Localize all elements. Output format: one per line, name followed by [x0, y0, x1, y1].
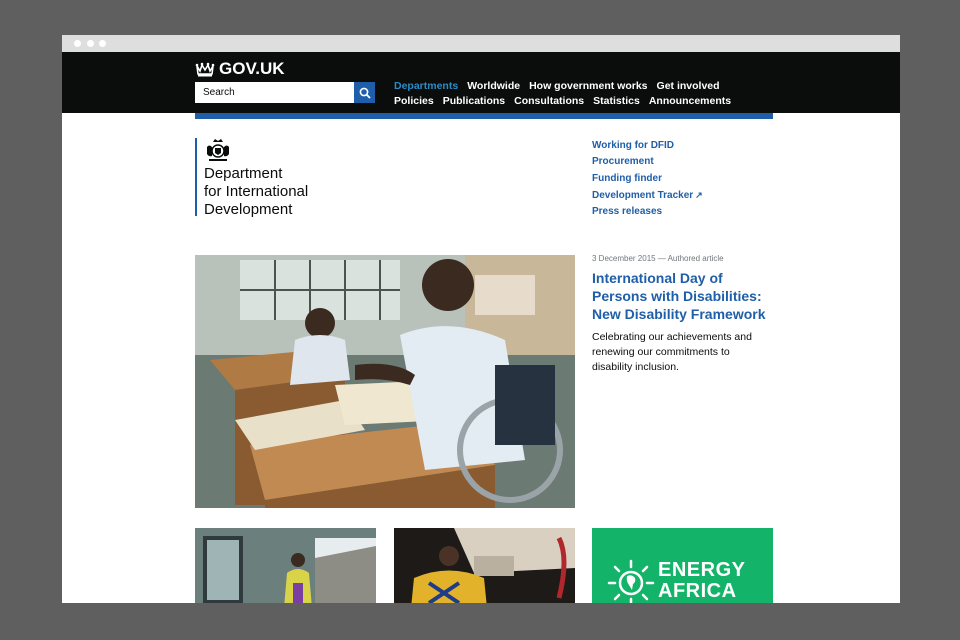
classroom-photo	[195, 255, 575, 508]
search-icon	[359, 87, 371, 99]
tile-photo-2	[394, 528, 575, 603]
browser-titlebar	[62, 35, 900, 52]
link-press-releases[interactable]: Press releases	[592, 204, 703, 220]
energy-africa-tile[interactable]: ENERGY AFRICA	[592, 528, 773, 603]
external-link-icon: ↗	[695, 189, 703, 200]
govuk-logo[interactable]: GOV.UK	[195, 59, 285, 79]
nav-get-involved[interactable]: Get involved	[657, 79, 720, 94]
nav-worldwide[interactable]: Worldwide	[467, 79, 520, 94]
nav-consultations[interactable]: Consultations	[514, 94, 584, 109]
organisation-logo[interactable]: Department for International Development	[195, 138, 344, 219]
nav-statistics[interactable]: Statistics	[593, 94, 640, 109]
link-working-for-dfid[interactable]: Working for DFID	[592, 138, 703, 154]
org-name-line-3: Development	[204, 201, 293, 218]
sun-africa-icon	[607, 559, 655, 603]
energy-line-1: ENERGY	[658, 559, 746, 581]
logo-text: GOV.UK	[219, 59, 285, 78]
nav-policies[interactable]: Policies	[394, 94, 434, 109]
news-tile-1[interactable]	[195, 528, 376, 603]
crest-icon	[207, 139, 229, 161]
article-meta: 3 December 2015 — Authored article	[592, 254, 724, 263]
window-dot[interactable]	[99, 40, 106, 47]
search-button[interactable]	[354, 82, 375, 103]
energy-line-2: AFRICA	[658, 580, 737, 602]
main-nav: Departments Worldwide How government wor…	[394, 79, 731, 109]
crown-icon	[195, 62, 215, 77]
quick-links: Working for DFID Procurement Funding fin…	[592, 138, 703, 220]
nav-row-1: Departments Worldwide How government wor…	[394, 79, 720, 94]
link-development-tracker-label: Development Tracker	[592, 189, 694, 201]
nav-departments[interactable]: Departments	[394, 79, 458, 94]
nav-row-2: Policies Publications Consultations Stat…	[394, 94, 731, 109]
featured-image[interactable]	[195, 255, 575, 508]
link-funding-finder[interactable]: Funding finder	[592, 171, 703, 187]
search-input[interactable]	[195, 82, 354, 103]
govuk-header: GOV.UK Departments Worldwide How governm…	[62, 52, 900, 113]
header-accent-bar	[195, 113, 773, 119]
organisation-name: Department for International Development	[204, 165, 344, 219]
nav-announcements[interactable]: Announcements	[649, 94, 731, 109]
energy-africa-wordmark: ENERGY AFRICA	[658, 560, 745, 602]
link-procurement[interactable]: Procurement	[592, 154, 703, 170]
news-tile-2[interactable]	[394, 528, 575, 603]
window-dot[interactable]	[74, 40, 81, 47]
search-form	[195, 82, 375, 103]
link-development-tracker[interactable]: Development Tracker ↗	[592, 187, 703, 204]
article-summary: Celebrating our achievements and renewin…	[592, 331, 752, 373]
browser-window: GOV.UK Departments Worldwide How governm…	[62, 35, 900, 603]
org-name-line-2: for International	[204, 183, 309, 200]
nav-how-government-works[interactable]: How government works	[529, 79, 647, 94]
window-dot[interactable]	[87, 40, 94, 47]
nav-publications[interactable]: Publications	[443, 94, 505, 109]
tile-photo-1	[195, 528, 376, 603]
org-name-line-1: Department	[204, 165, 283, 182]
article-headline[interactable]: International Day of Persons with Disabi…	[592, 269, 772, 323]
featured-article: 3 December 2015 — Authored article Inter…	[592, 254, 772, 375]
